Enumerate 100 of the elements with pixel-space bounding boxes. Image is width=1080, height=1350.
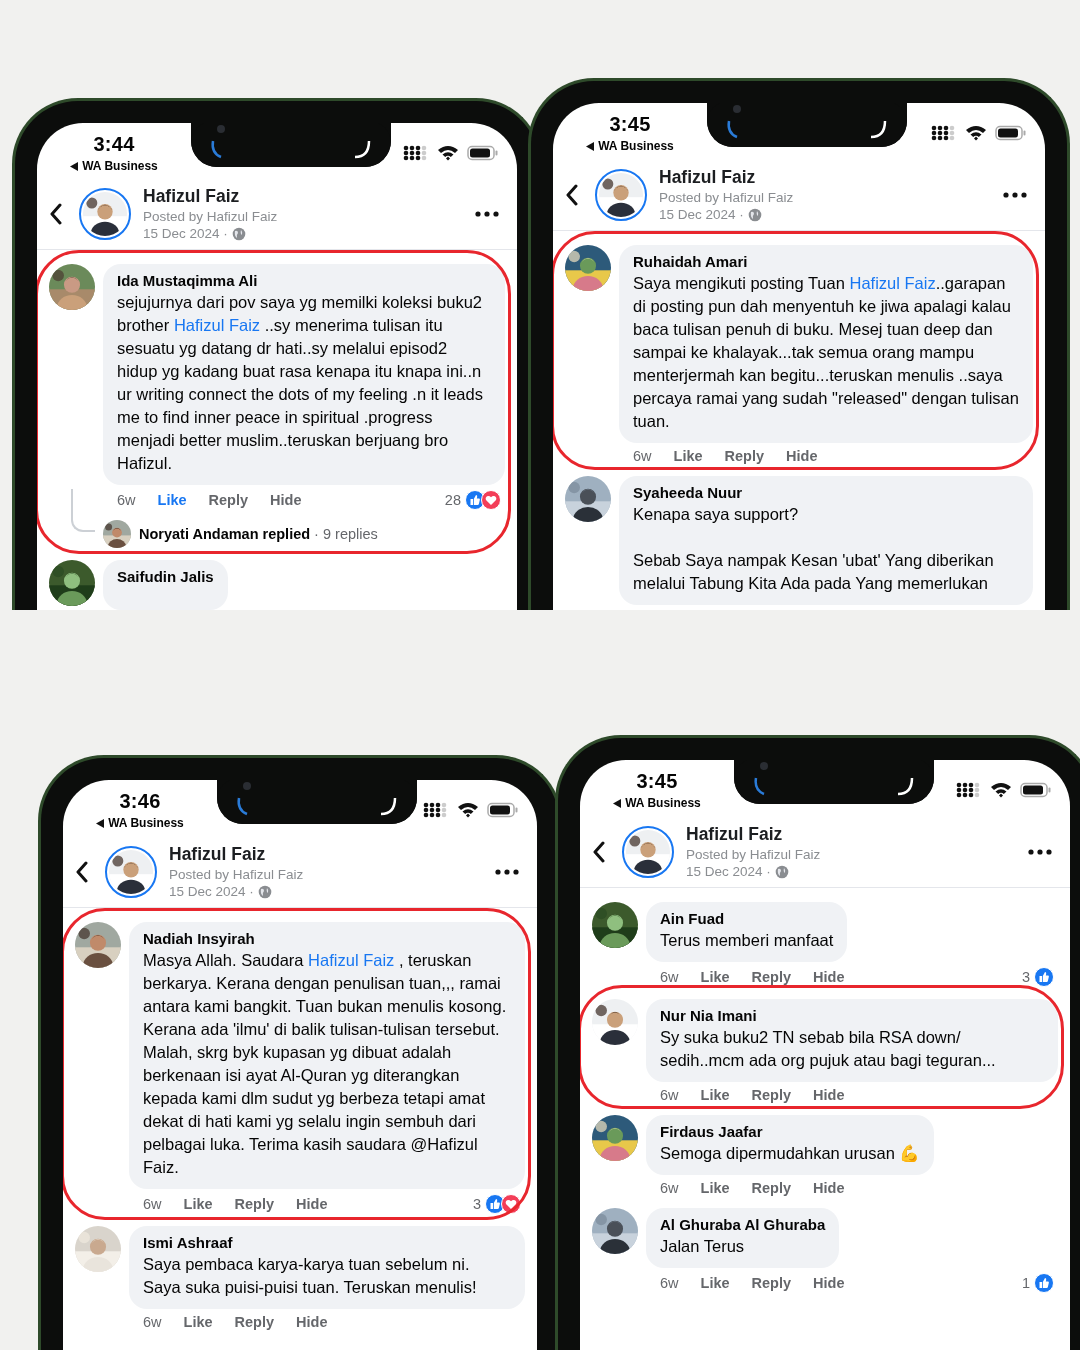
page-name[interactable]: Hafizul Faiz bbox=[143, 186, 278, 207]
page-name[interactable]: Hafizul Faiz bbox=[659, 167, 794, 188]
post-date: 15 Dec 2024 · bbox=[169, 884, 254, 899]
comment-text: sejujurnya dari pov saya yg memilki koleksi buku2 brother Hafizul Faiz ..sy menerima tulisan itu sesuatu yg datang dr hati..sy melalui episod2 hidup yg kadang buat rasa kenapa itu knapa ini..n ur writing connect the dots of my feeling .n it leads me to find inner peace in spiritual .progress menjadi better muslim..teruskan berjuang bro Hafizul. bbox=[117, 292, 484, 474]
commenter-name: Ida Mustaqimma Ali bbox=[117, 272, 259, 289]
back-app-label[interactable]: WA Business bbox=[598, 139, 674, 153]
comment-action[interactable]: Hide bbox=[786, 448, 818, 464]
comment-action[interactable]: Like bbox=[700, 1087, 730, 1103]
post-date: 15 Dec 2024 · bbox=[143, 226, 228, 241]
comment-action[interactable]: Reply bbox=[208, 492, 249, 508]
battery-icon bbox=[467, 145, 499, 161]
comment-action[interactable]: Like bbox=[183, 1314, 213, 1330]
battery-icon bbox=[1020, 782, 1052, 798]
comment-action[interactable]: Like bbox=[157, 492, 187, 508]
back-app-label[interactable]: WA Business bbox=[82, 159, 158, 173]
like-icon bbox=[1034, 967, 1054, 987]
comment-age: 6w bbox=[660, 1180, 679, 1196]
back-icon[interactable] bbox=[592, 840, 606, 863]
comment-age: 6w bbox=[143, 1314, 162, 1330]
battery-icon bbox=[995, 125, 1027, 141]
comment-action[interactable]: Hide bbox=[270, 492, 302, 508]
comment-text: Semoga dipermudahkan urusan 💪 bbox=[660, 1143, 921, 1164]
commenter-name: Ismi Ashraaf bbox=[143, 1234, 234, 1251]
comment-action[interactable]: Like bbox=[700, 1180, 730, 1196]
commenter-name: Ain Fuad bbox=[660, 910, 726, 927]
more-icon[interactable] bbox=[1003, 191, 1027, 198]
comment-action[interactable]: Like bbox=[700, 1275, 730, 1291]
wifi-icon bbox=[965, 125, 987, 141]
comment-text: Terus memberi manfaat bbox=[660, 930, 834, 951]
comment-text: Saya mengikuti posting Tuan Hafizul Faiz..garapan di posting pun dah menyentuh ke jiwa apalagi kalau baca tulisan penuh di buku. Mesej tuan deep dan sampai ke khalayak...tak semua orang mampu menterjermah kan begitu...teruskan menulis ..saya percaya ramai yang sudah "released" dengan tulisan tuan. bbox=[633, 273, 1019, 432]
comment-action[interactable]: Like bbox=[673, 448, 703, 464]
signal-icon bbox=[423, 802, 449, 818]
status-time: 3:45 bbox=[609, 113, 651, 136]
commenter-name: Al Ghuraba Al Ghuraba bbox=[660, 1216, 826, 1233]
comment-action[interactable]: Reply bbox=[751, 969, 792, 985]
reaction-count: 3 bbox=[1021, 969, 1030, 985]
more-icon[interactable] bbox=[495, 868, 519, 875]
commenter-name: Nur Nia Imani bbox=[660, 1007, 758, 1024]
post-date: 15 Dec 2024 · bbox=[686, 864, 771, 879]
back-app-label[interactable]: WA Business bbox=[625, 796, 701, 810]
profile-link[interactable]: Hafizul Faiz bbox=[849, 274, 936, 292]
commenter-name: Syaheeda Nuur bbox=[633, 484, 744, 501]
thread-line bbox=[71, 489, 95, 532]
comment-action[interactable]: Hide bbox=[813, 1087, 845, 1103]
comment-action[interactable]: Like bbox=[700, 969, 730, 985]
comment-action[interactable]: Reply bbox=[751, 1275, 792, 1291]
posted-by: Posted by Hafizul Faiz bbox=[169, 867, 304, 882]
commenter-name: Saifudin Jalis bbox=[117, 568, 214, 585]
globe-icon bbox=[774, 864, 789, 879]
signal-icon bbox=[403, 145, 429, 161]
back-triangle-icon[interactable] bbox=[613, 798, 622, 808]
comment-action[interactable]: Hide bbox=[813, 1180, 845, 1196]
comment-age: 6w bbox=[143, 1196, 162, 1212]
commenter-name: Firdaus Jaafar bbox=[660, 1123, 764, 1140]
more-icon[interactable] bbox=[1028, 848, 1052, 855]
wifi-icon bbox=[990, 782, 1012, 798]
posted-by: Posted by Hafizul Faiz bbox=[143, 209, 278, 224]
comment-text: Jalan Terus bbox=[660, 1236, 746, 1257]
battery-icon bbox=[487, 802, 519, 818]
status-time: 3:46 bbox=[119, 790, 161, 813]
comment-action[interactable]: Reply bbox=[751, 1087, 792, 1103]
comment-action[interactable]: Like bbox=[183, 1196, 213, 1212]
comment-age: 6w bbox=[660, 1275, 679, 1291]
back-app-label[interactable]: WA Business bbox=[108, 816, 184, 830]
signal-icon bbox=[956, 782, 982, 798]
comment-text: Kenapa saya support? Sebab Saya nampak Kesan 'ubat' Yang diberikan melalui Tabung Kita Ada pada Yang memerlukan bbox=[633, 504, 995, 594]
page-name[interactable]: Hafizul Faiz bbox=[686, 824, 821, 845]
posted-by: Posted by Hafizul Faiz bbox=[659, 190, 794, 205]
comment-action[interactable]: Reply bbox=[234, 1196, 275, 1212]
globe-icon bbox=[231, 226, 246, 241]
comment-text: Saya pembaca karya-karya tuan sebelum ni. Saya suka puisi-puisi tuan. Teruskan menulis! bbox=[143, 1254, 478, 1298]
comment-age: 6w bbox=[117, 492, 136, 508]
replies-link[interactable]: Noryati Andaman replied · 9 replies bbox=[139, 526, 378, 542]
profile-link[interactable]: Hafizul Faiz bbox=[173, 316, 261, 334]
comment-action[interactable]: Reply bbox=[234, 1314, 275, 1330]
comment-action[interactable]: Hide bbox=[813, 969, 845, 985]
back-triangle-icon[interactable] bbox=[96, 818, 105, 828]
comment-action[interactable]: Hide bbox=[296, 1314, 328, 1330]
profile-link[interactable]: Hafizul Faiz bbox=[308, 951, 395, 969]
comment-action[interactable]: Reply bbox=[751, 1180, 792, 1196]
status-time: 3:44 bbox=[93, 133, 135, 156]
globe-icon bbox=[257, 884, 272, 899]
comment-action[interactable]: Hide bbox=[813, 1275, 845, 1291]
comment-action[interactable]: Reply bbox=[724, 448, 765, 464]
reaction-count: 3 bbox=[472, 1196, 481, 1212]
back-triangle-icon[interactable] bbox=[70, 161, 79, 171]
back-icon[interactable] bbox=[75, 860, 89, 883]
commenter-name: Ruhaidah Amari bbox=[633, 253, 749, 270]
page-name[interactable]: Hafizul Faiz bbox=[169, 844, 304, 865]
globe-icon bbox=[747, 207, 762, 222]
back-icon[interactable] bbox=[565, 183, 579, 206]
comment-action[interactable]: Hide bbox=[296, 1196, 328, 1212]
comment-age: 6w bbox=[660, 1087, 679, 1103]
wifi-icon bbox=[457, 802, 479, 818]
back-icon[interactable] bbox=[49, 202, 63, 225]
signal-icon bbox=[931, 125, 957, 141]
back-triangle-icon[interactable] bbox=[586, 141, 595, 151]
like-icon bbox=[1034, 1273, 1054, 1293]
comment-text: Sy suka buku2 TN sebab bila RSA down/ sedih..mcm ada org pujuk atau bagi teguran... bbox=[660, 1027, 997, 1071]
more-icon[interactable] bbox=[475, 210, 499, 217]
